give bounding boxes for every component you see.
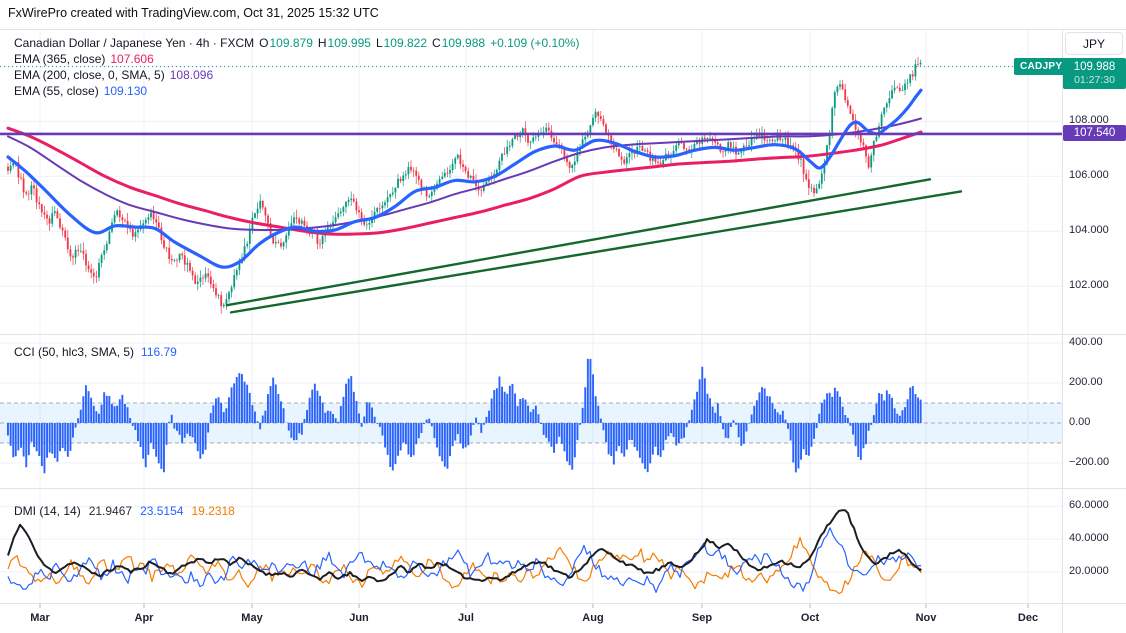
ema55-label[interactable]: EMA (55, close) [14, 84, 99, 99]
change-value: +0.109 (+0.10%) [490, 36, 580, 50]
ema365-legend-row[interactable]: EMA (365, close) 107.606 [14, 52, 579, 67]
cci-label[interactable]: CCI (50, hlc3, SMA, 5) [14, 345, 134, 359]
dmi-minusdi-value: 19.2318 [191, 504, 235, 518]
dmi-plusdi-value: 23.5154 [140, 504, 184, 518]
low-label: L [375, 36, 383, 50]
ema200-legend-row[interactable]: EMA (200, close, 0, SMA, 5) 108.096 [14, 68, 579, 83]
time-axis-label: Mar [30, 612, 50, 624]
time-axis-label: Aug [582, 612, 604, 624]
close-label: C [432, 36, 441, 50]
bar-countdown: 01:27:30 [1074, 73, 1115, 86]
time-axis-label: Dec [1017, 612, 1039, 624]
last-price-value: 109.988 [1073, 60, 1116, 73]
price-axis-label: 104.000 [1069, 224, 1109, 237]
time-axis-label: Apr [134, 612, 154, 624]
high-value: 109.995 [327, 36, 371, 50]
time-axis-label: Nov [915, 612, 937, 624]
time-axis-label: Jul [458, 612, 474, 624]
horizontal-level-badge[interactable]: 107.540 [1063, 125, 1126, 142]
price-scale-currency[interactable]: JPY [1065, 32, 1123, 55]
cci-axis-label: 400.00 [1069, 336, 1103, 348]
price-axis-label: 102.000 [1069, 279, 1109, 292]
symbol-title[interactable]: Canadian Dollar / Japanese Yen · 4h · FX… [14, 36, 254, 51]
ema365-label[interactable]: EMA (365, close) [14, 52, 105, 67]
cci-axis-label: 200.00 [1069, 376, 1103, 388]
symbol-legend-row[interactable]: Canadian Dollar / Japanese Yen · 4h · FX… [14, 36, 579, 51]
low-value: 109.822 [383, 36, 428, 50]
cci-legend-row[interactable]: CCI (50, hlc3, SMA, 5) 116.79 [14, 345, 177, 359]
cci-axis-label: 0.00 [1069, 416, 1091, 428]
price-axis-label: 106.000 [1069, 169, 1109, 182]
time-axis-label: Jun [349, 612, 369, 624]
dmi-adx-value: 21.9467 [88, 504, 133, 518]
cci-axis-label: −200.00 [1069, 456, 1110, 468]
ema200-label[interactable]: EMA (200, close, 0, SMA, 5) [14, 68, 165, 83]
open-value: 109.879 [269, 36, 313, 50]
dmi-legend-row[interactable]: DMI (14, 14) 21.9467 23.5154 19.2318 [14, 504, 235, 518]
time-axis-label: May [241, 612, 263, 624]
currency-label: JPY [1082, 36, 1105, 51]
tradingview-chart-export: FxWirePro created with TradingView.com, … [0, 0, 1126, 633]
dmi-axis-label: 20.0000 [1069, 564, 1109, 577]
ema365-value: 107.606 [110, 52, 154, 66]
dmi-axis-label: 60.0000 [1069, 499, 1109, 512]
ema55-legend-row[interactable]: EMA (55, close) 109.130 [14, 84, 579, 99]
legend-block: Canadian Dollar / Japanese Yen · 4h · FX… [14, 36, 579, 100]
cci-value: 116.79 [141, 345, 177, 359]
open-label: O [259, 36, 269, 50]
high-label: H [317, 36, 327, 50]
last-price-badge[interactable]: 109.988 01:27:30 [1063, 57, 1126, 89]
dmi-label[interactable]: DMI (14, 14) [14, 504, 81, 518]
symbol-price-label-badge[interactable]: CADJPY [1014, 57, 1069, 75]
time-axis-label: Oct [800, 612, 820, 624]
dmi-axis-label: 40.0000 [1069, 532, 1109, 545]
ema55-value: 109.130 [103, 84, 148, 98]
close-value: 109.988 [441, 36, 486, 50]
time-axis-label: Sep [691, 612, 713, 624]
ema200-value: 108.096 [169, 68, 214, 82]
